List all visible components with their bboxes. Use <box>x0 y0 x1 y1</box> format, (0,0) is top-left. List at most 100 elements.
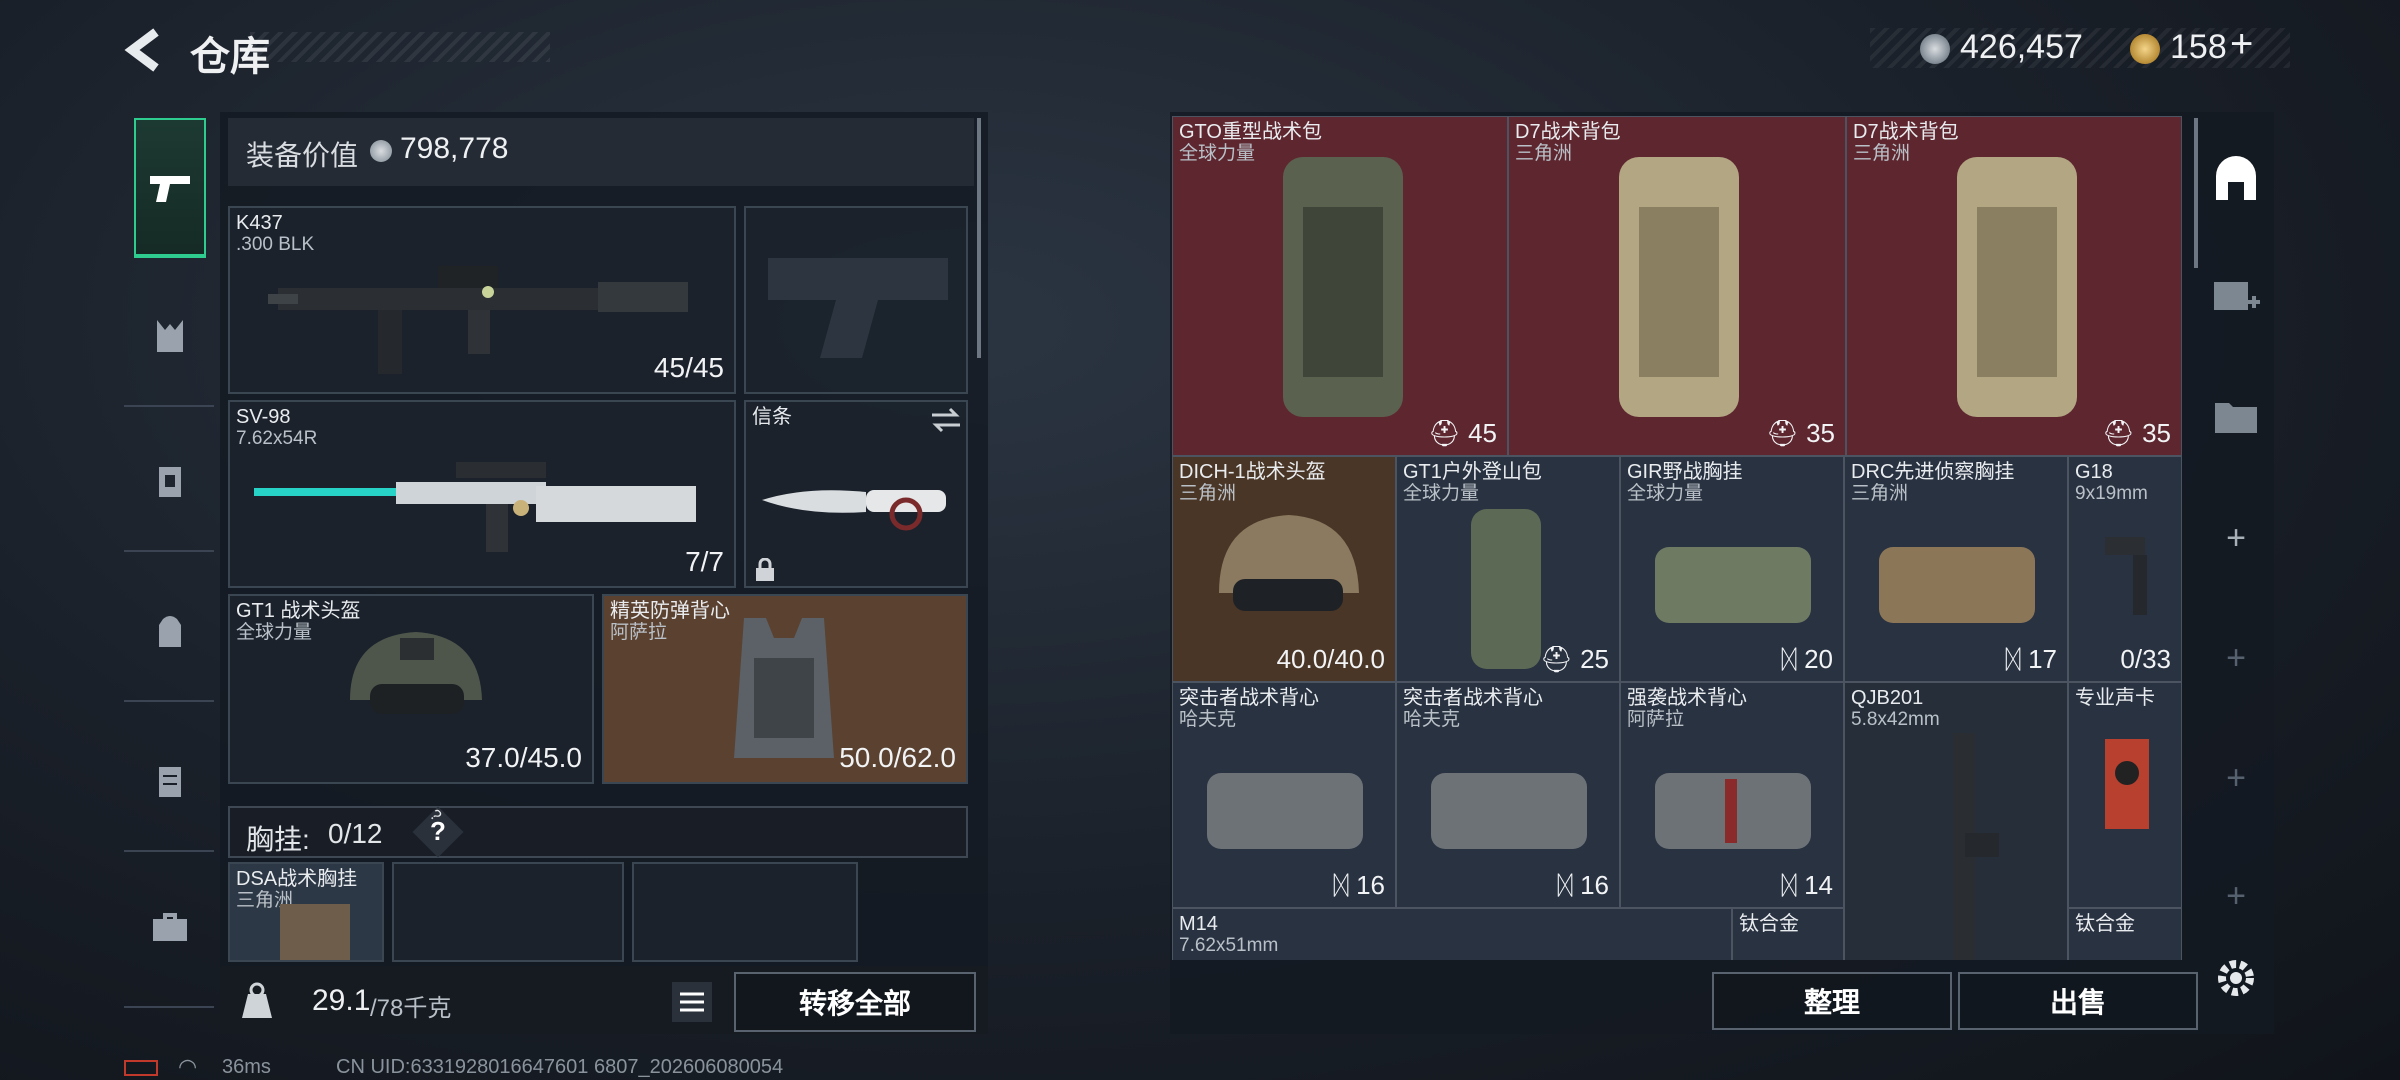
back-arrow-icon <box>124 28 159 72</box>
sidearm-slot[interactable] <box>744 206 968 394</box>
stash-tab-main[interactable] <box>2200 150 2272 210</box>
add-stash-tab-button[interactable]: + <box>2200 508 2272 568</box>
stash-tab-folder[interactable] <box>2200 386 2272 446</box>
stash-item[interactable]: M14 7.62x51mm <box>1172 908 1732 960</box>
divider <box>124 405 214 407</box>
item-count: ᛞ 20 <box>1781 644 1833 674</box>
stash-item[interactable]: 突击者战术背心 哈夫克 ᛞ 16 <box>1396 682 1620 908</box>
stash-item[interactable]: D7战术背包 三角洲 ⛑ 35 <box>1846 116 2182 456</box>
chest-rig-image <box>1655 547 1811 623</box>
backpack-image <box>1283 157 1403 417</box>
backpack-icon <box>159 616 181 647</box>
melee-name: 信条 <box>752 406 792 428</box>
currency-coins: 426,457 <box>1960 28 2083 66</box>
stash-icon <box>2216 156 2256 200</box>
back-button[interactable] <box>120 22 170 78</box>
weapon-ammo: 45/45 <box>653 352 724 383</box>
item-name: DRC先进侦察胸挂 <box>1851 461 2015 483</box>
item-count: ⛑ 45 <box>1427 418 1497 448</box>
stash-item[interactable]: DICH-1战术头盔 三角洲 40.0/40.0 <box>1172 456 1396 682</box>
list-view-button[interactable] <box>672 982 712 1022</box>
loadout-scrollbar[interactable] <box>977 118 981 358</box>
pistol-icon <box>150 176 190 202</box>
list-icon <box>680 992 704 1012</box>
stash-item[interactable]: GTO重型战术包 全球力量 ⛑ 45 <box>1172 116 1508 456</box>
settings-button[interactable] <box>2200 948 2272 1008</box>
weapon-name: SV-98 <box>236 406 291 428</box>
stash-item[interactable]: 突击者战术背心 哈夫克 ᛞ 16 <box>1172 682 1396 908</box>
stash-item[interactable]: 专业声卡 <box>2068 682 2182 908</box>
sort-button[interactable]: 整理 <box>1712 972 1952 1030</box>
vest-image <box>1431 773 1587 849</box>
sound-card-image <box>2105 739 2149 829</box>
add-stash-tab-button[interactable]: + <box>2200 748 2272 808</box>
tab-weapons[interactable] <box>134 118 206 258</box>
item-count: ⛑ 25 <box>1539 644 1609 674</box>
item-faction: 全球力量 <box>1627 483 1704 504</box>
stash-item[interactable]: GIR野战胸挂 全球力量 ᛞ 20 <box>1620 456 1844 682</box>
item-faction: 三角洲 <box>1851 483 1909 504</box>
chest-rig-item[interactable]: DSA战术胸挂 三角洲 <box>228 862 384 962</box>
rifle-image <box>1953 733 1999 960</box>
tab-container[interactable] <box>134 745 206 817</box>
tab-toolbox[interactable] <box>134 890 206 962</box>
transfer-all-button[interactable]: 转移全部 <box>734 972 976 1032</box>
weight-max: /78千克 <box>370 995 452 1022</box>
item-name: 突击者战术背心 <box>1179 687 1319 709</box>
stash-tab-medical[interactable] <box>2200 266 2272 326</box>
currency-premium: 158 <box>2170 28 2227 66</box>
sell-button[interactable]: 出售 <box>1958 972 2198 1030</box>
item-count: ᛞ 14 <box>1781 870 1833 900</box>
item-faction: 哈夫克 <box>1179 709 1237 730</box>
vest-image <box>1655 773 1811 849</box>
add-currency-button[interactable]: + <box>2230 22 2253 67</box>
weapon-slot-secondary[interactable]: SV-98 7.62x54R 7/7 <box>228 400 736 588</box>
divider <box>124 850 214 852</box>
rifle-image <box>268 266 688 374</box>
armor-vest-image <box>734 618 834 758</box>
armor-slot[interactable]: 精英防弹背心 阿萨拉 50.0/62.0 <box>602 594 968 784</box>
stash-item[interactable]: 钛合金 <box>1732 908 1844 960</box>
melee-slot[interactable]: 信条 <box>744 400 968 588</box>
weapon-slot-primary[interactable]: K437 .300 BLK 45/45 <box>228 206 736 394</box>
equipment-value: 798,778 <box>400 132 509 165</box>
stash-item[interactable]: 钛合金 <box>2068 908 2182 960</box>
item-caliber: 7.62x51mm <box>1179 935 1279 956</box>
add-stash-tab-button[interactable]: + <box>2200 866 2272 926</box>
stash-item[interactable]: QJB201 5.8x42mm <box>1844 682 2068 960</box>
stash-item[interactable]: GT1户外登山包 全球力量 ⛑ 25 <box>1396 456 1620 682</box>
folder-icon <box>2215 403 2257 433</box>
stash-item[interactable]: D7战术背包 三角洲 ⛑ 35 <box>1508 116 1846 456</box>
tab-backpack[interactable] <box>134 595 206 667</box>
swap-icon[interactable] <box>930 406 962 434</box>
chest-rig-label: 胸挂: <box>246 824 310 855</box>
stash-scrollbar[interactable] <box>2194 118 2198 268</box>
stash-item[interactable]: DRC先进侦察胸挂 三角洲 ᛞ 17 <box>1844 456 2068 682</box>
armor-faction: 阿萨拉 <box>610 622 668 643</box>
chest-rig-slot[interactable] <box>392 862 624 962</box>
stash-item[interactable]: 强袭战术背心 阿萨拉 ᛞ 14 <box>1620 682 1844 908</box>
equipment-value-bar: 装备价值 798,778 <box>228 118 974 186</box>
weight-icon <box>238 980 276 1020</box>
item-name: 强袭战术背心 <box>1627 687 1747 709</box>
wifi-icon: ◠ <box>178 1054 198 1079</box>
tab-armor[interactable] <box>134 445 206 517</box>
rig-icon: ᛞ <box>1557 870 1573 900</box>
helmet-slot[interactable]: GT1 战术头盔 全球力量 37.0/45.0 <box>228 594 594 784</box>
item-name: DICH-1战术头盔 <box>1179 461 1326 483</box>
helmet-name: GT1 战术头盔 <box>236 600 361 622</box>
rig-icon: ᛞ <box>1781 644 1797 674</box>
pistol-silhouette <box>768 258 948 358</box>
item-name: 钛合金 <box>2075 913 2135 935</box>
toolbox-icon <box>153 913 187 941</box>
capacity-icon: ⛑ <box>1427 418 1461 448</box>
capacity-icon: ⛑ <box>2101 418 2135 448</box>
item-name: QJB201 <box>1851 687 1924 709</box>
armor-durability: 50.0/62.0 <box>839 742 956 773</box>
stash-item[interactable]: G18 9x19mm 0/33 <box>2068 456 2182 682</box>
chest-rig-slot[interactable] <box>632 862 858 962</box>
tab-chest-rig[interactable] <box>134 300 206 372</box>
add-stash-tab-button[interactable]: + <box>2200 628 2272 688</box>
item-caliber: 9x19mm <box>2075 483 2148 504</box>
item-faction: 三角洲 <box>1179 483 1237 504</box>
